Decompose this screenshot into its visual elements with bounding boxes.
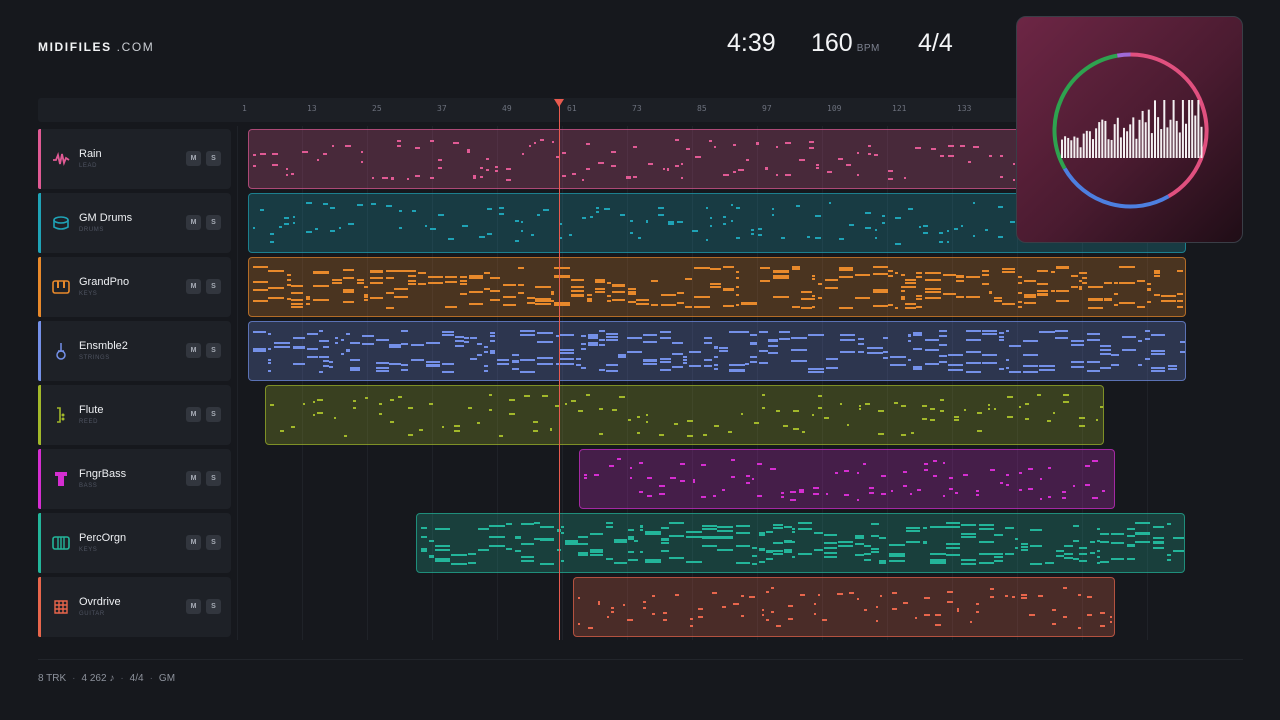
solo-button[interactable]: S xyxy=(206,407,221,422)
bass-icon xyxy=(55,472,67,486)
footer-divider xyxy=(38,659,1243,660)
drum-icon xyxy=(53,216,69,230)
midi-standard: GM xyxy=(158,673,176,684)
ruler-mark: 25 xyxy=(372,104,382,113)
track-color-bar xyxy=(38,449,41,509)
solo-button[interactable]: S xyxy=(206,599,221,614)
midi-clip[interactable] xyxy=(578,449,1116,509)
mute-button[interactable]: M xyxy=(186,599,201,614)
mute-button[interactable]: M xyxy=(186,215,201,230)
guitar-icon xyxy=(54,600,68,614)
brand-logo: MIDIFILES .COM xyxy=(38,40,154,54)
solo-button[interactable]: S xyxy=(206,535,221,550)
tempo-unit: BPM xyxy=(856,43,880,54)
footer-signature: 4/4 xyxy=(129,673,144,684)
ruler-mark: 37 xyxy=(437,104,447,113)
track-color-bar xyxy=(38,129,41,189)
solo-button[interactable]: S xyxy=(206,215,221,230)
track-name: Ovrdrive xyxy=(79,596,121,608)
midi-clip[interactable] xyxy=(416,513,1186,573)
track-type: GUITAR xyxy=(79,611,105,617)
track-header[interactable]: FngrBass BASS M S xyxy=(38,449,231,509)
track-name: Rain xyxy=(79,148,102,160)
track-header[interactable]: Rain LEAD M S xyxy=(38,129,231,189)
ruler-mark: 85 xyxy=(697,104,707,113)
mute-button[interactable]: M xyxy=(186,407,201,422)
ruler-mark: 73 xyxy=(632,104,642,113)
track-type: BASS xyxy=(79,483,98,489)
midi-clip[interactable] xyxy=(573,577,1116,637)
note-pattern xyxy=(253,266,1183,309)
elapsed-time: 4:39 xyxy=(727,29,776,57)
track-type: STRINGS xyxy=(79,355,110,361)
bar-gridline xyxy=(237,126,238,640)
mute-button[interactable]: M xyxy=(186,151,201,166)
ruler-mark: 97 xyxy=(762,104,772,113)
track-name: PercOrgn xyxy=(79,532,127,544)
track-count: 8 TRK xyxy=(38,673,67,684)
flute-icon xyxy=(57,407,65,423)
organ-icon xyxy=(52,536,70,550)
ruler-mark: 109 xyxy=(827,104,842,113)
note-pattern xyxy=(583,458,1105,501)
ruler-mark: 61 xyxy=(567,104,577,113)
track-header[interactable]: Ovrdrive GUITAR M S xyxy=(38,577,231,637)
track-header[interactable]: GrandPno KEYS M S xyxy=(38,257,231,317)
ruler-mark: 133 xyxy=(957,104,972,113)
track-color-bar xyxy=(38,577,41,637)
playhead[interactable] xyxy=(559,104,560,640)
solo-button[interactable]: S xyxy=(206,151,221,166)
midi-clip[interactable] xyxy=(248,321,1186,381)
ruler-mark: 121 xyxy=(892,104,907,113)
track-name: GrandPno xyxy=(79,276,130,288)
visualizer-icon xyxy=(1052,52,1209,209)
note-count: 4 262 ♪ xyxy=(81,673,115,684)
piano-icon xyxy=(52,280,70,294)
midi-clip[interactable] xyxy=(264,385,1105,445)
ruler-mark: 13 xyxy=(307,104,317,113)
track-header[interactable]: PercOrgn KEYS M S xyxy=(38,513,231,573)
track-name: Ensmble2 xyxy=(79,340,128,352)
mute-button[interactable]: M xyxy=(186,343,201,358)
note-pattern xyxy=(578,587,1113,629)
track-type: LEAD xyxy=(79,163,98,169)
mute-button[interactable]: M xyxy=(186,535,201,550)
solo-button[interactable]: S xyxy=(206,343,221,358)
note-pattern xyxy=(421,522,1185,565)
solo-button[interactable]: S xyxy=(206,279,221,294)
midi-clip[interactable] xyxy=(248,257,1186,317)
track-name: GM Drums xyxy=(79,212,133,224)
track-color-bar xyxy=(38,257,41,317)
track-header[interactable]: GM Drums DRUMS M S xyxy=(38,193,231,253)
ruler-mark: 1 xyxy=(242,104,247,113)
track-header[interactable]: Ensmble2 STRINGS M S xyxy=(38,321,231,381)
ruler-mark: 49 xyxy=(502,104,512,113)
track-name: Flute xyxy=(79,404,104,416)
track-type: DRUMS xyxy=(79,227,104,233)
brand-domain: .COM xyxy=(111,40,155,54)
brand-name: MIDIFILES xyxy=(38,40,112,54)
track-type: REED xyxy=(79,419,99,425)
track-header[interactable]: Flute REED M S xyxy=(38,385,231,445)
tempo-display: 160 BPM xyxy=(811,29,880,58)
track-color-bar xyxy=(38,321,41,381)
solo-button[interactable]: S xyxy=(206,471,221,486)
mute-button[interactable]: M xyxy=(186,279,201,294)
track-color-bar xyxy=(38,513,41,573)
track-type: KEYS xyxy=(79,547,98,553)
tempo-value: 160 xyxy=(811,29,853,57)
mute-button[interactable]: M xyxy=(186,471,201,486)
track-color-bar xyxy=(38,193,41,253)
album-art xyxy=(1016,16,1243,243)
waveform-icon xyxy=(53,151,70,167)
track-type: KEYS xyxy=(79,291,98,297)
footer-status: 8 TRK · 4 262 ♪ · 4/4 · GM xyxy=(38,673,176,684)
track-name: FngrBass xyxy=(79,468,127,480)
note-pattern xyxy=(269,394,1104,437)
violin-icon xyxy=(56,343,66,360)
track-color-bar xyxy=(38,385,41,445)
note-pattern xyxy=(253,330,1185,373)
time-signature: 4/4 xyxy=(918,29,953,57)
